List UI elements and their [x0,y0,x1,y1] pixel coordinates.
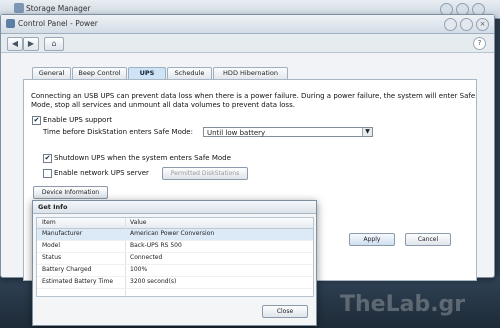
row-item: Estimated Battery Time [42,278,114,285]
toolbar: ◀ ▶ ⌂ [1,34,494,53]
close-dialog-button[interactable]: Close [262,305,308,318]
table-row[interactable]: Status Connected [37,253,313,265]
row-item: Status [42,254,62,261]
table-header: Item Value [37,218,313,229]
tab-hdd-hibernation[interactable]: HDD Hibernation [213,67,288,79]
cancel-button[interactable]: Cancel [405,233,451,246]
tab-ups[interactable]: UPS [128,67,166,79]
tab-beep-control[interactable]: Beep Control [72,67,127,79]
column-header-value: Value [130,219,147,226]
background-window-title: Storage Manager [26,4,91,13]
tab-general[interactable]: General [32,67,71,79]
enable-ups-checkbox[interactable]: ✔ [32,116,41,125]
close-icon: × [479,20,486,28]
tab-schedule[interactable]: Schedule [167,67,212,79]
table-row[interactable]: Estimated Battery Time 3200 second(s) [37,277,313,289]
storage-manager-icon [14,3,24,13]
column-header-item: Item [42,219,56,226]
row-value: Back-UPS RS 500 [130,242,182,249]
network-ups-checkbox[interactable] [43,169,52,178]
dialog-title: Get Info [33,201,316,214]
row-value: Connected [130,254,163,261]
safe-mode-time-value: Until low battery [207,129,266,137]
safe-mode-time-select[interactable]: Until low battery ▼ [203,127,373,137]
device-information-button[interactable]: Device Information [33,186,108,199]
chevron-down-icon: ▼ [362,128,372,136]
check-icon: ✔ [44,154,51,162]
permitted-diskstations-button[interactable]: Permitted DiskStations [162,167,248,180]
table-row[interactable]: Manufacturer American Power Conversion [37,229,313,241]
forward-arrow-icon: ▶ [27,39,35,48]
row-value: American Power Conversion [130,230,215,237]
table-row[interactable]: Battery Charged 100% [37,265,313,277]
back-button[interactable]: ◀ [7,37,23,51]
home-button[interactable]: ⌂ [44,37,64,51]
table-row[interactable]: Model Back-UPS RS 500 [37,241,313,253]
watermark: TheLab.gr [340,292,466,317]
close-button[interactable]: × [476,18,489,31]
row-value: 100% [130,266,148,273]
shutdown-ups-label: Shutdown UPS when the system enters Safe… [54,154,231,162]
control-panel-icon [6,19,15,28]
help-button[interactable]: ? [473,37,486,50]
shutdown-ups-checkbox[interactable]: ✔ [43,154,52,163]
row-item: Model [42,242,61,249]
network-ups-label: Enable network UPS server [54,169,149,177]
get-info-dialog: Get Info Item Value Manufacturer America… [32,200,317,326]
back-arrow-icon: ◀ [11,39,19,48]
info-table: Item Value Manufacturer American Power C… [36,217,314,297]
window-titlebar: Control Panel - Power × [1,15,494,34]
apply-button[interactable]: Apply [349,233,395,246]
minimize-button[interactable] [444,18,457,31]
maximize-button[interactable] [460,18,473,31]
home-icon: ⌂ [51,39,57,48]
window-title: Control Panel - Power [18,19,98,28]
row-value: 3200 second(s) [130,278,177,285]
row-item: Battery Charged [42,266,92,273]
enable-ups-label: Enable UPS support [43,116,112,124]
ups-description: Connecting an USB UPS can prevent data l… [31,92,476,109]
row-item: Manufacturer [42,230,83,237]
safe-mode-time-label: Time before DiskStation enters Safe Mode… [43,128,193,136]
check-icon: ✔ [33,116,40,124]
forward-button[interactable]: ▶ [23,37,39,51]
